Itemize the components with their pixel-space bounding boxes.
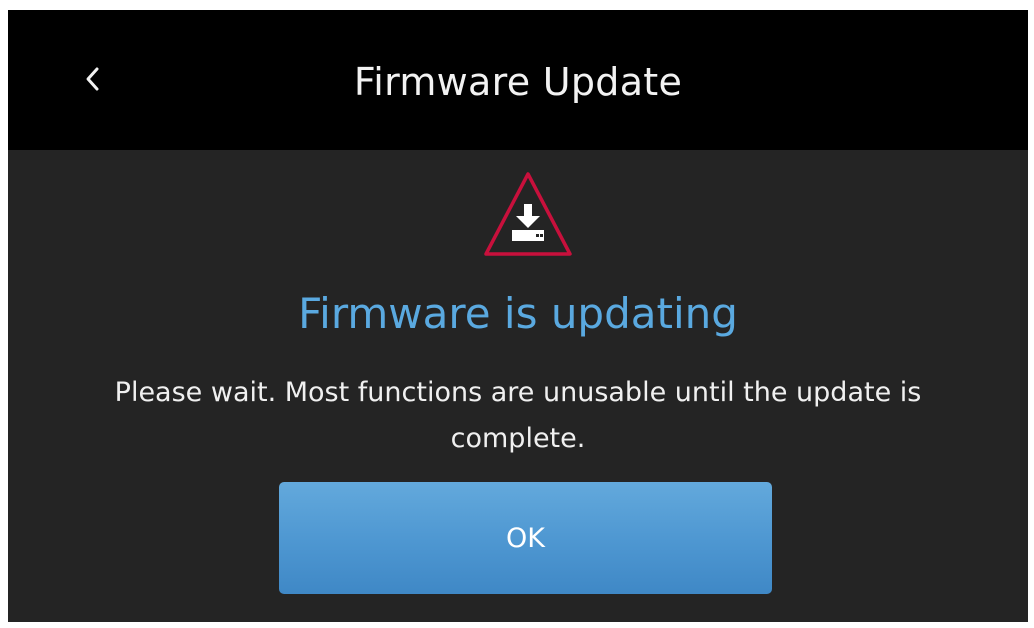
header-bar: Firmware Update <box>8 10 1028 150</box>
status-title: Firmware is updating <box>298 289 738 338</box>
status-message: Please wait. Most functions are unusable… <box>114 377 922 454</box>
firmware-update-screen: Firmware Update Firmware is updating Ple… <box>8 10 1028 622</box>
ok-button[interactable]: OK <box>279 482 772 594</box>
page-title: Firmware Update <box>353 60 683 104</box>
warning-download-icon <box>484 172 572 256</box>
ok-button-label: OK <box>506 522 545 554</box>
